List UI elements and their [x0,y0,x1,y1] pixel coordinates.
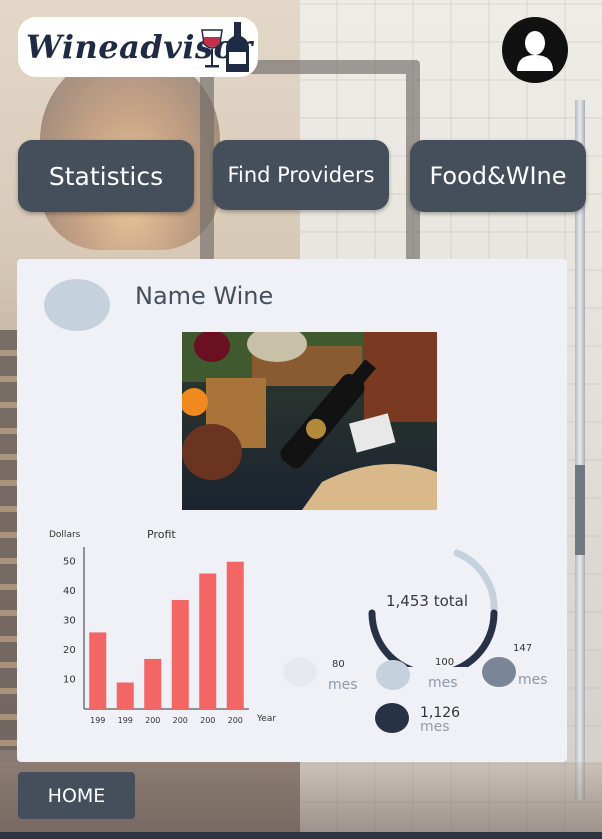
chart-xtick-1: 199 [118,716,133,725]
statistics-button[interactable]: Statistics [18,140,194,212]
chart-xtick-3: 200 [173,716,188,725]
chart-xtick-0: 199 [90,716,105,725]
chart-xtick-2: 200 [145,716,160,725]
chart-xtick-5: 200 [228,716,243,725]
user-avatar-button[interactable] [502,17,568,83]
total-label: 1,453 total [385,592,468,610]
profit-bar-chart: Dollars Profit Year 10 20 30 40 50 199 199 200 2… [49,528,276,725]
home-button[interactable]: HOME [18,772,135,819]
legend-dot-2 [376,660,410,690]
chart-xtick-4: 200 [200,716,215,725]
chart-title: Profit [147,528,176,541]
legend-unit-4: mes [420,719,450,735]
legend-dot-3 [482,657,516,687]
chart-bar-0 [89,632,107,709]
legend-value-2: 100 [435,657,455,668]
wine-avatar [44,279,110,331]
wine-bottle-icon [226,22,249,72]
chart-ytick-3: 40 [63,586,76,597]
wine-photo [182,332,437,510]
wine-card: Name Wine Dollars Profit Year 10 20 30 4… [17,259,567,762]
find-providers-button[interactable]: Find Providers [213,140,389,210]
app-logo[interactable]: Wineadvisor [18,17,258,77]
donut-ring [368,609,498,667]
food-wine-button[interactable]: Food&WIne [410,140,586,212]
legend-dot-4 [375,703,409,733]
wine-photo-illustration [182,332,437,510]
legend-unit-1: mes [328,677,358,693]
legend-value-3: 147 [513,643,533,654]
chart-ylabel: Dollars [49,530,81,540]
logo-icons [201,22,249,72]
legend-unit-3: mes [518,672,548,688]
chart-ytick-1: 20 [63,645,76,656]
wine-glass-icon [201,29,223,68]
profit-chart: Dollars Profit Year 10 20 30 40 50 199 199 200 2… [39,527,289,737]
user-icon [517,31,553,71]
legend-value-1: 80 [332,659,345,670]
bottom-bar [0,832,602,839]
chart-bar-3 [171,600,189,709]
legend-dot-1 [283,657,317,687]
chart-bar-5 [226,561,244,709]
chart-ytick-2: 30 [63,616,76,627]
chart-bar-1 [116,682,134,709]
chart-ytick-0: 10 [63,675,76,686]
chart-xlabel: Year [256,714,276,724]
wine-name: Name Wine [135,282,274,310]
chart-bar-4 [199,573,217,709]
legend-unit-2: mes [428,675,458,691]
chart-ytick-4: 50 [63,557,76,568]
chart-bar-2 [144,658,162,709]
